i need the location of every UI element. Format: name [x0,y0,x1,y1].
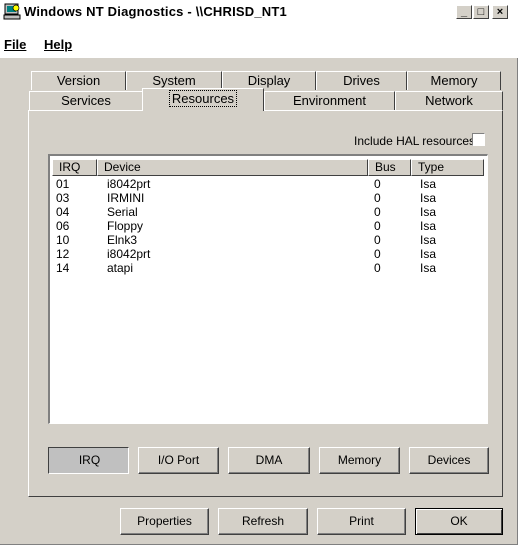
tab-network[interactable]: Network [395,91,503,110]
column-header-type[interactable]: Type [411,159,484,176]
irq-button[interactable]: IRQ [48,447,129,474]
minimize-button[interactable]: _ [456,5,472,19]
window-title: Windows NT Diagnostics - \\CHRISD_NT1 [24,4,287,19]
column-header-bus[interactable]: Bus [368,159,411,176]
devices-button[interactable]: Devices [409,447,489,474]
title-bar[interactable]: Windows NT Diagnostics - \\CHRISD_NT1 _ … [0,0,518,24]
menu-bar: File Help [0,24,518,58]
tab-services[interactable]: Services [29,91,143,110]
hal-resources-checkbox[interactable] [472,133,485,146]
close-button[interactable]: × [492,5,508,19]
print-button[interactable]: Print [317,508,406,535]
tab-environment[interactable]: Environment [264,91,395,110]
column-header-irq[interactable]: IRQ [52,159,97,176]
maximize-button[interactable]: □ [473,5,489,19]
io-port-button[interactable]: I/O Port [138,447,219,474]
properties-button[interactable]: Properties [120,508,209,535]
column-header-device[interactable]: Device [97,159,368,176]
tab-memory[interactable]: Memory [407,71,501,90]
hal-resources-label: Include HAL resources [354,134,475,148]
resources-list[interactable]: IRQ Device Bus Type 01 i8042prt 0 Isa 03… [48,154,488,424]
refresh-button[interactable]: Refresh [218,508,308,535]
memory-button[interactable]: Memory [319,447,400,474]
tab-drives[interactable]: Drives [316,71,407,90]
dma-button[interactable]: DMA [228,447,310,474]
tab-resources[interactable]: Resources [142,88,264,111]
computer-icon [3,3,21,20]
ok-button[interactable]: OK [415,508,503,535]
diagnostics-window: Windows NT Diagnostics - \\CHRISD_NT1 _ … [0,0,518,545]
menu-help[interactable]: Help [44,37,72,52]
menu-file[interactable]: File [4,37,26,52]
tab-version[interactable]: Version [31,71,126,90]
